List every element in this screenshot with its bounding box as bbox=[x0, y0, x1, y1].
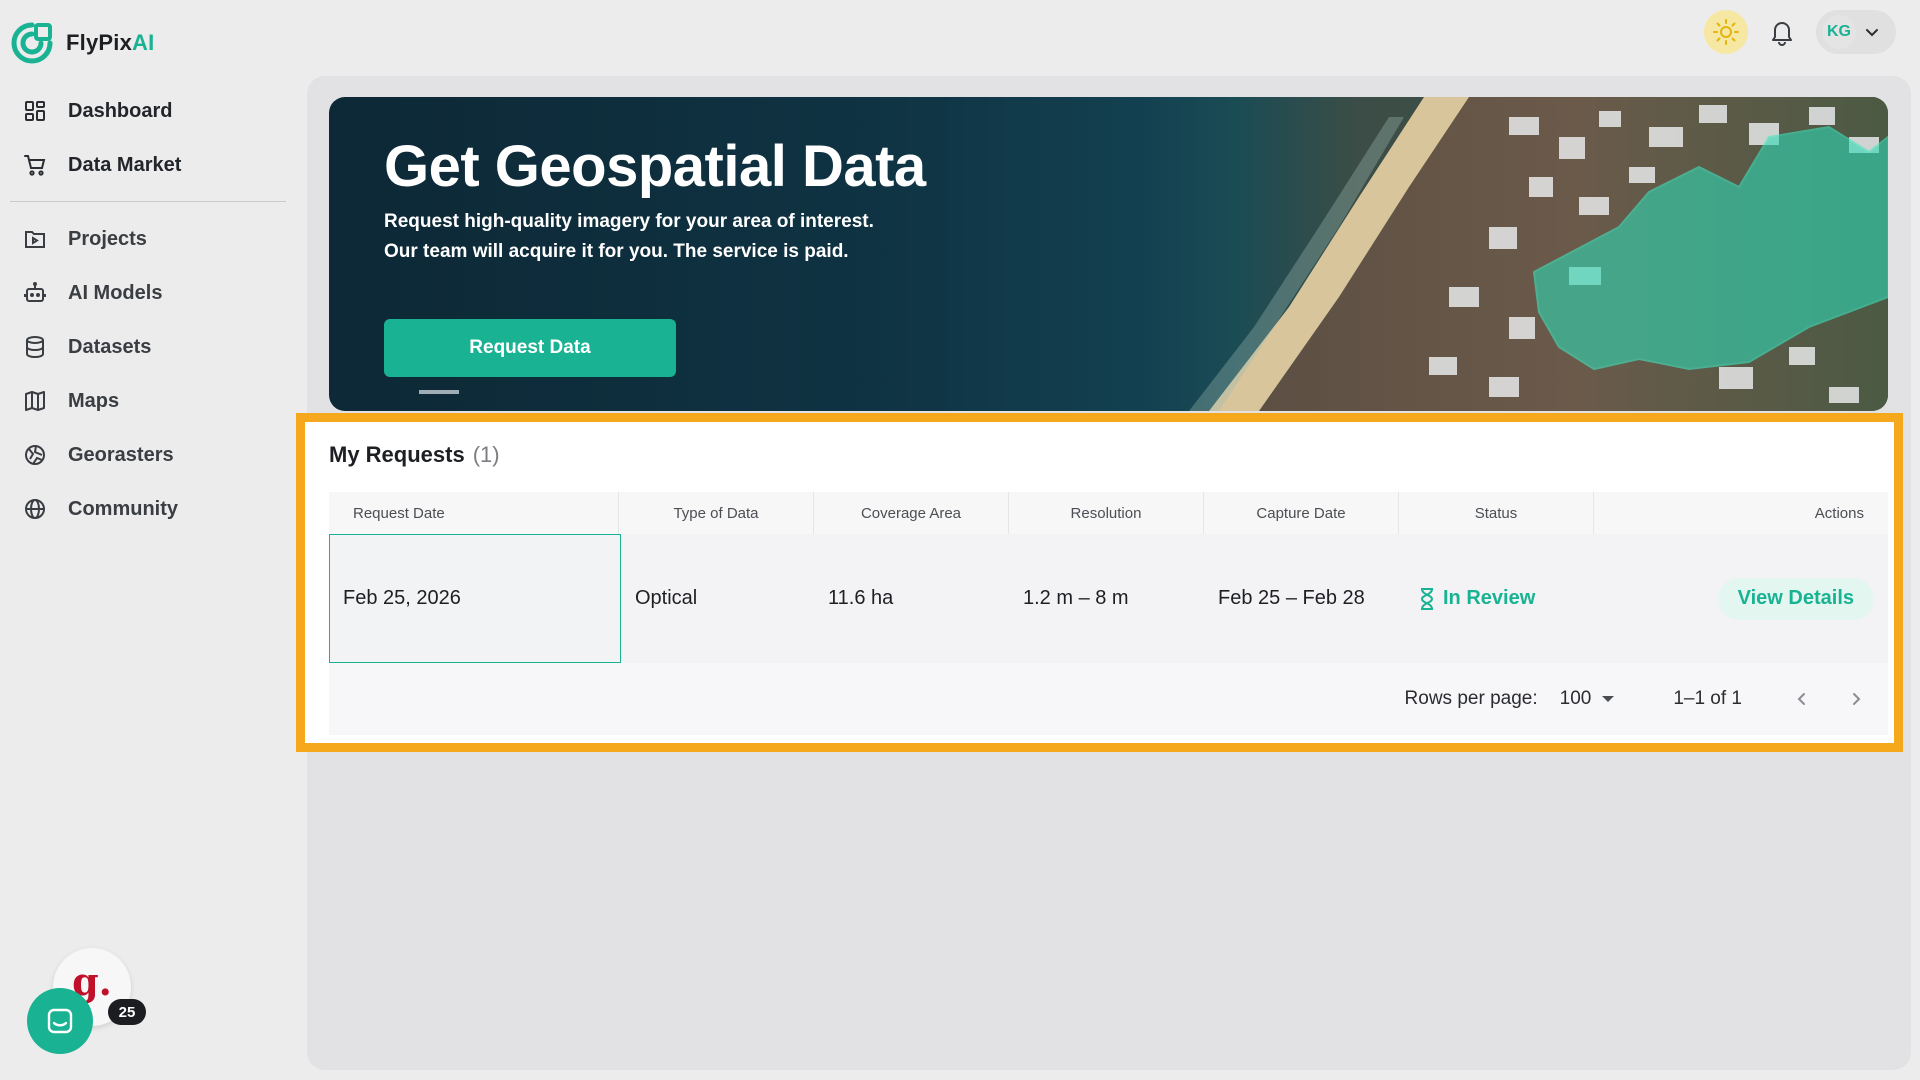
chat-icon bbox=[47, 1008, 73, 1034]
requests-title: My Requests (1) bbox=[329, 442, 500, 468]
sidebar-item-label: Dashboard bbox=[68, 99, 173, 122]
chevron-down-icon bbox=[1866, 29, 1878, 37]
sidebar-item-community[interactable]: Community bbox=[10, 482, 286, 536]
sidebar-item-ai-models[interactable]: AI Models bbox=[10, 266, 286, 320]
hero-banner: Get Geospatial Data Request high-quality… bbox=[329, 97, 1888, 411]
previous-page-button[interactable] bbox=[1784, 681, 1820, 717]
notification-count-badge: 25 bbox=[108, 999, 146, 1025]
column-header-type[interactable]: Type of Data bbox=[619, 492, 814, 534]
sidebar-item-georasters[interactable]: Georasters bbox=[10, 428, 286, 482]
sidebar-item-maps[interactable]: Maps bbox=[10, 374, 286, 428]
chevron-right-icon bbox=[1853, 693, 1861, 705]
pagination: Rows per page: 100 1–1 of 1 bbox=[329, 663, 1888, 735]
hero-subtitle-line: Request high-quality imagery for your ar… bbox=[384, 211, 874, 232]
sidebar-divider bbox=[10, 201, 286, 202]
database-icon bbox=[22, 334, 48, 360]
brand-logo[interactable]: FlyPixAI bbox=[10, 20, 154, 66]
view-details-button[interactable]: View Details bbox=[1717, 577, 1874, 620]
table-row[interactable]: Feb 25, 2026 Optical 11.6 ha 1.2 m – 8 m… bbox=[329, 534, 1888, 663]
sidebar-item-label: AI Models bbox=[68, 281, 163, 304]
cell-resolution: 1.2 m – 8 m bbox=[1023, 587, 1129, 609]
cell-actions: View Details bbox=[1596, 534, 1888, 663]
caret-down-icon bbox=[1602, 696, 1615, 702]
sidebar-item-label: Data Market bbox=[68, 153, 182, 176]
dashboard-icon bbox=[22, 98, 48, 124]
cell-capture-date: Feb 25 – Feb 28 bbox=[1218, 587, 1365, 609]
sidebar-item-datasets[interactable]: Datasets bbox=[10, 320, 286, 374]
sidebar-nav: Dashboard Data Market Projects AI Models… bbox=[10, 84, 286, 536]
cell-status: In Review bbox=[1401, 534, 1596, 663]
bell-icon bbox=[1772, 22, 1792, 46]
chat-button[interactable] bbox=[27, 988, 93, 1054]
requests-count: (1) bbox=[472, 442, 500, 467]
hero-subtitle: Request high-quality imagery for your ar… bbox=[384, 207, 944, 267]
request-data-button[interactable]: Request Data bbox=[384, 319, 676, 377]
sidebar-item-label: Maps bbox=[68, 389, 120, 412]
sidebar: FlyPixAI Dashboard Data Market Projects … bbox=[0, 0, 300, 1080]
cell-type: Optical bbox=[635, 587, 698, 609]
hourglass-icon bbox=[1421, 587, 1433, 610]
hero-title: Get Geospatial Data bbox=[384, 134, 926, 199]
top-actions: KG bbox=[1704, 10, 1896, 54]
hero-subtitle-line: Our team will acquire it for you. The se… bbox=[384, 241, 849, 262]
map-icon bbox=[22, 388, 48, 414]
sidebar-item-projects[interactable]: Projects bbox=[10, 212, 286, 266]
folder-icon bbox=[22, 226, 48, 252]
column-header-actions[interactable]: Actions bbox=[1594, 492, 1888, 534]
globe-icon bbox=[22, 496, 48, 522]
avatar: KG bbox=[1822, 15, 1856, 49]
requests-title-label: My Requests bbox=[329, 442, 465, 467]
column-header-capture-date[interactable]: Capture Date bbox=[1204, 492, 1399, 534]
sidebar-item-dashboard[interactable]: Dashboard bbox=[10, 84, 286, 138]
cart-icon bbox=[22, 152, 48, 178]
next-page-button[interactable] bbox=[1838, 681, 1874, 717]
sidebar-item-label: Community bbox=[68, 497, 178, 520]
theme-toggle-button[interactable] bbox=[1704, 10, 1748, 54]
rows-per-page-select[interactable]: 100 bbox=[1560, 688, 1616, 710]
rows-per-page-value: 100 bbox=[1559, 688, 1592, 709]
sidebar-item-label: Georasters bbox=[68, 443, 174, 466]
column-header-coverage[interactable]: Coverage Area bbox=[814, 492, 1009, 534]
flypix-logo-icon bbox=[11, 22, 53, 64]
chevron-left-icon bbox=[1797, 693, 1805, 705]
sun-icon bbox=[1713, 19, 1739, 45]
column-header-request-date[interactable]: Request Date bbox=[329, 492, 619, 534]
robot-icon bbox=[22, 280, 48, 306]
georaster-icon bbox=[22, 442, 48, 468]
column-header-resolution[interactable]: Resolution bbox=[1009, 492, 1204, 534]
sidebar-item-label: Datasets bbox=[68, 335, 152, 358]
status-badge: In Review bbox=[1443, 587, 1536, 609]
rows-per-page-label: Rows per page: bbox=[1404, 688, 1538, 709]
table-header: Request Date Type of Data Coverage Area … bbox=[329, 492, 1888, 534]
cell-request-date[interactable]: Feb 25, 2026 bbox=[329, 534, 621, 663]
notifications-button[interactable] bbox=[1762, 10, 1802, 54]
user-menu[interactable]: KG bbox=[1816, 10, 1896, 54]
sidebar-item-data-market[interactable]: Data Market bbox=[10, 138, 286, 192]
sidebar-item-label: Projects bbox=[68, 227, 147, 250]
column-header-status[interactable]: Status bbox=[1399, 492, 1594, 534]
brand-name: FlyPixAI bbox=[66, 30, 155, 55]
cell-coverage: 11.6 ha bbox=[828, 587, 894, 609]
pagination-range: 1–1 of 1 bbox=[1673, 688, 1742, 709]
